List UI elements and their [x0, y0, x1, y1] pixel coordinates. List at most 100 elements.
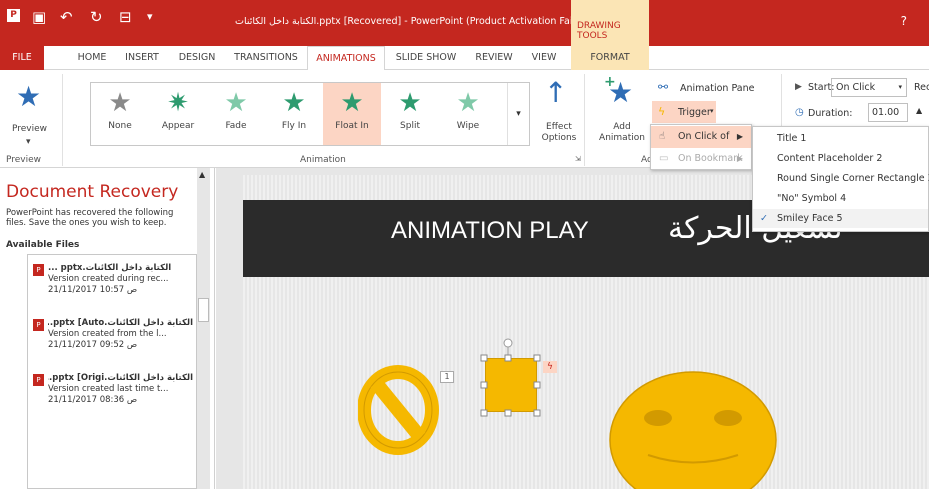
- tab-home[interactable]: HOME: [72, 46, 112, 70]
- start-value: On Click: [836, 82, 876, 93]
- trigger-indicator-icon: ϟ: [543, 361, 557, 373]
- start-chevron-icon: ▾: [898, 83, 902, 91]
- star-fly-in-icon: ★: [282, 88, 306, 118]
- ribbon-tabs: FILE HOME INSERT DESIGN TRANSITIONS ANIM…: [0, 46, 929, 71]
- animation-pane-button[interactable]: ⚯ Animation Pane: [656, 80, 776, 100]
- smiley-face-shape[interactable]: [608, 370, 778, 489]
- star-wipe-icon: ★: [456, 88, 480, 118]
- tab-view[interactable]: VIEW: [526, 46, 562, 70]
- preview-button[interactable]: ★ Preview ▾: [6, 74, 54, 152]
- star-float-in-icon: ★: [340, 88, 364, 118]
- effect-wipe[interactable]: ★ Wipe: [439, 83, 497, 145]
- file-status: Version created during rec...: [48, 274, 169, 284]
- document-recovery-pane: Document Recovery PowerPoint has recover…: [0, 168, 215, 489]
- effect-none[interactable]: ★ None: [91, 83, 149, 145]
- effect-float-in[interactable]: ★ Float In: [323, 83, 381, 145]
- effect-label: Split: [400, 121, 420, 131]
- dialog-launcher-icon[interactable]: ⇲: [575, 155, 581, 163]
- recovery-title: Document Recovery: [6, 182, 179, 202]
- recovered-file-list: P الكتابة داخل الكائنات.pptx ... Version…: [27, 254, 197, 489]
- menu-item-on-bookmark: ▭ On Bookmark ▶: [651, 148, 751, 170]
- checkmark-icon: ✓: [760, 213, 768, 224]
- tab-file[interactable]: FILE: [0, 46, 44, 70]
- star-split-icon: ★: [398, 88, 422, 118]
- effect-label: Float In: [335, 121, 369, 131]
- no-symbol-shape[interactable]: [358, 365, 440, 455]
- recovered-file-item[interactable]: P الكتابة داخل الكائنات.pptx [Origi... V…: [33, 373, 193, 406]
- smiley-face-label: Smiley Face 5: [777, 213, 843, 224]
- animation-pane-icon: ⚯: [658, 80, 669, 94]
- drawing-tools-label: DRAWING TOOLS: [571, 0, 649, 46]
- scrollbar-thumb[interactable]: [198, 298, 209, 322]
- submenu-arrow-icon: ▶: [736, 154, 743, 163]
- file-status: Version created from the l...: [48, 329, 167, 339]
- start-from-beginning-icon[interactable]: ⊟: [119, 8, 132, 26]
- star-none-icon: ★: [108, 88, 132, 118]
- recovered-file-item[interactable]: P الكتابة داخل الكائنات.pptx ... Version…: [33, 263, 193, 296]
- submenu-item-no-symbol[interactable]: "No" Symbol 4: [753, 189, 928, 208]
- start-dropdown[interactable]: On Click ▾: [831, 78, 907, 97]
- bookmark-icon: ▭: [659, 153, 669, 164]
- slide-title[interactable]: ANIMATION PLAY: [391, 217, 589, 245]
- menu-item-on-click-of[interactable]: ☝ On Click of ▶: [651, 126, 751, 148]
- tab-design[interactable]: DESIGN: [172, 46, 222, 70]
- scroll-up-icon[interactable]: ▲: [199, 170, 205, 179]
- add-animation-button[interactable]: ★ + Add Animation: [594, 74, 648, 154]
- animation-order-tag[interactable]: 1: [440, 371, 454, 383]
- redo-icon[interactable]: ↻: [90, 8, 103, 26]
- trigger-chevron-icon: ▾: [710, 107, 714, 115]
- animation-group-label: Animation: [300, 155, 346, 165]
- duration-input[interactable]: 01.00: [868, 103, 908, 122]
- effect-appear[interactable]: ✷ Appear: [149, 83, 207, 145]
- selection-handles[interactable]: [479, 335, 545, 419]
- clock-icon: ◷: [795, 107, 804, 118]
- animation-gallery: ★ None ✷ Appear ★ Fade ★ Fly In ★ Float In ★ S…: [90, 82, 530, 146]
- pane-scrollbar[interactable]: ▲: [197, 168, 210, 489]
- file-date: 21/11/2017 10:57 ص: [48, 285, 138, 295]
- recovery-description: PowerPoint has recovered the following f…: [6, 208, 174, 228]
- effect-label: Appear: [161, 121, 195, 131]
- effect-fade[interactable]: ★ Fade: [207, 83, 265, 145]
- add-animation-label: Add Animation: [599, 122, 645, 143]
- gallery-more-icon[interactable]: ▾: [507, 83, 529, 145]
- pptx-file-icon: P: [33, 319, 44, 331]
- star-appear-icon: ✷: [167, 88, 189, 118]
- help-icon[interactable]: ?: [901, 14, 907, 28]
- tab-insert[interactable]: INSERT: [118, 46, 166, 70]
- tab-review[interactable]: REVIEW: [469, 46, 519, 70]
- submenu-item-title-1[interactable]: Title 1: [753, 129, 928, 148]
- on-bookmark-label: On Bookmark: [678, 153, 743, 164]
- pptx-file-icon: P: [33, 264, 44, 276]
- submenu-item-rectangle[interactable]: Round Single Corner Rectangle 3: [753, 169, 929, 188]
- tab-format[interactable]: FORMAT: [571, 46, 649, 70]
- on-click-of-label: On Click of: [678, 131, 730, 142]
- preview-chevron-icon: ▾: [26, 137, 31, 147]
- group-divider: [62, 74, 63, 166]
- effect-fly-in[interactable]: ★ Fly In: [265, 83, 323, 145]
- effect-options-label: Effect Options: [541, 122, 577, 143]
- move-earlier-icon[interactable]: ▲: [916, 106, 922, 115]
- recovered-file-item[interactable]: P الكتابة داخل الكائنات.pptx [Auto... Ve…: [33, 318, 193, 351]
- trigger-label: Trigger: [678, 107, 711, 118]
- effect-label: None: [108, 121, 132, 131]
- tab-slide-show[interactable]: SLIDE SHOW: [392, 46, 460, 70]
- plus-icon: +: [604, 74, 616, 90]
- customize-toolbar-icon[interactable]: ▾: [147, 8, 153, 26]
- submenu-item-smiley-face[interactable]: ✓ Smiley Face 5: [753, 209, 928, 228]
- tab-transitions[interactable]: TRANSITIONS: [230, 46, 302, 70]
- tab-animations[interactable]: ANIMATIONS: [307, 46, 385, 71]
- submenu-item-content-placeholder[interactable]: Content Placeholder 2: [753, 149, 928, 168]
- available-files-heading: Available Files: [6, 240, 80, 250]
- trigger-menu: ☝ On Click of ▶ ▭ On Bookmark ▶: [650, 124, 752, 170]
- effect-options-button[interactable]: ↑ Effect Options: [536, 74, 580, 154]
- file-date: 21/11/2017 08:36 ص: [48, 395, 138, 405]
- preview-group-label: Preview: [6, 155, 42, 165]
- trigger-button[interactable]: ϟ Trigger ▾: [652, 101, 716, 123]
- preview-star-icon: ★: [16, 80, 42, 113]
- undo-icon[interactable]: ↶: [60, 8, 73, 26]
- save-icon[interactable]: ▣: [32, 8, 46, 26]
- arrow-up-icon: ↑: [544, 76, 568, 109]
- group-divider: [584, 74, 585, 166]
- effect-split[interactable]: ★ Split: [381, 83, 439, 145]
- pptx-file-icon: P: [33, 374, 44, 386]
